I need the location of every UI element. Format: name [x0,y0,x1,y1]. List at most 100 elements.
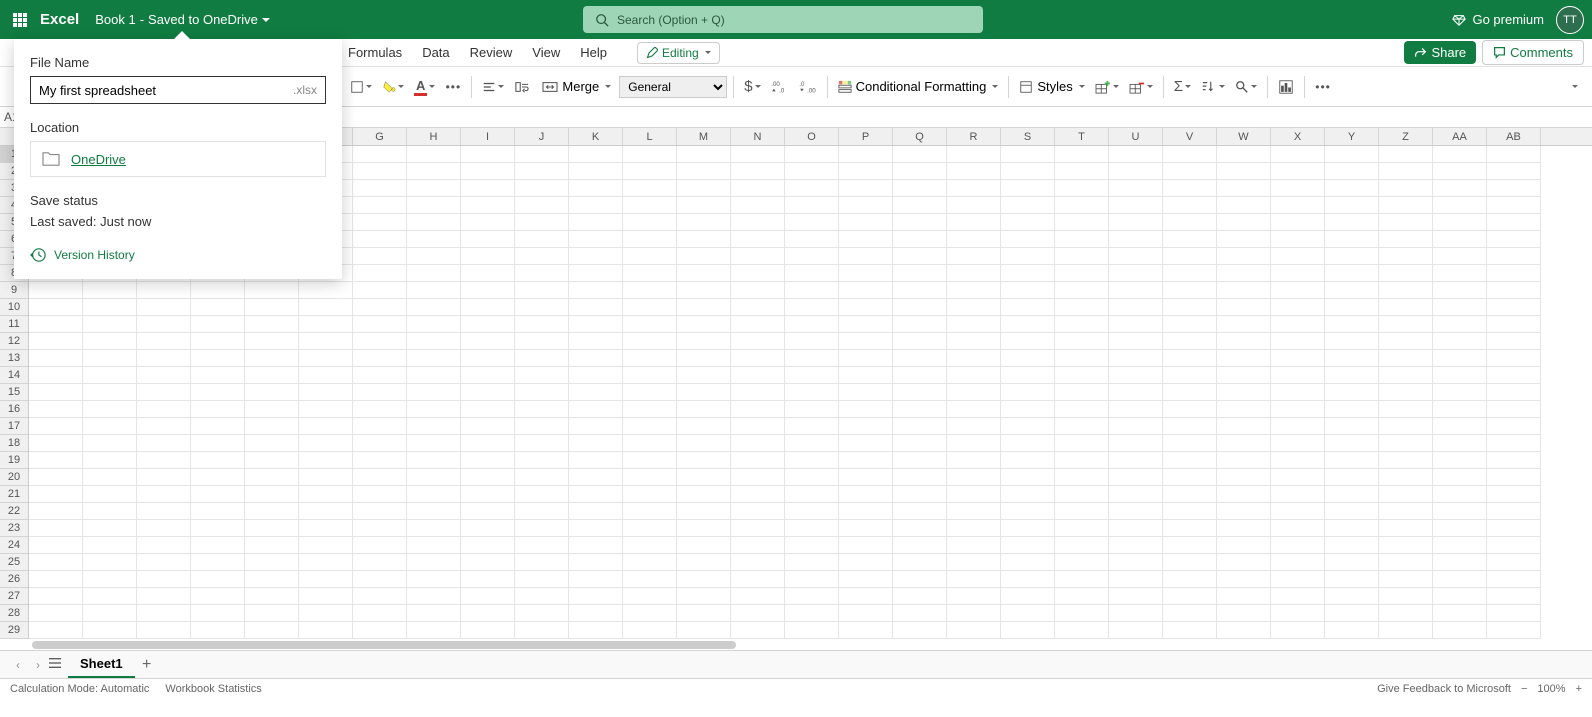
cell[interactable] [461,231,515,248]
go-premium-button[interactable]: Go premium [1452,12,1544,27]
cell[interactable] [1055,401,1109,418]
cell[interactable] [839,503,893,520]
cell[interactable] [1001,503,1055,520]
cell[interactable] [893,435,947,452]
cell[interactable] [1325,333,1379,350]
cell[interactable] [1325,469,1379,486]
cell[interactable] [1001,418,1055,435]
ribbon-tab-data[interactable]: Data [412,39,459,66]
cell[interactable] [191,520,245,537]
cell[interactable] [1109,214,1163,231]
cell[interactable] [677,367,731,384]
cell[interactable] [1163,452,1217,469]
cell[interactable] [677,452,731,469]
cell[interactable] [1379,146,1433,163]
cell[interactable] [461,503,515,520]
row-header[interactable]: 13 [0,350,28,367]
cell[interactable] [1325,214,1379,231]
cell[interactable] [461,588,515,605]
cell[interactable] [1217,197,1271,214]
more-commands-button[interactable]: ••• [1311,73,1335,101]
cell[interactable] [1001,554,1055,571]
cell[interactable] [785,146,839,163]
cell[interactable] [1271,503,1325,520]
cell[interactable] [1487,571,1541,588]
cell[interactable] [623,588,677,605]
cell[interactable] [731,605,785,622]
cell[interactable] [407,248,461,265]
cell[interactable] [1109,418,1163,435]
cell[interactable] [1109,333,1163,350]
cell[interactable] [1433,146,1487,163]
cell[interactable] [893,622,947,639]
cell[interactable] [1487,418,1541,435]
cell[interactable] [785,214,839,231]
cell[interactable] [83,554,137,571]
cell[interactable] [191,605,245,622]
cell[interactable] [1487,248,1541,265]
column-header[interactable]: V [1163,128,1217,145]
cell[interactable] [1055,520,1109,537]
cell[interactable] [1379,248,1433,265]
cell[interactable] [893,537,947,554]
cell[interactable] [623,333,677,350]
cell[interactable] [461,469,515,486]
cell[interactable] [839,401,893,418]
cell[interactable] [1433,282,1487,299]
cell[interactable] [1055,452,1109,469]
cell[interactable] [407,486,461,503]
cell[interactable] [353,486,407,503]
cell[interactable] [461,435,515,452]
cell[interactable] [1217,316,1271,333]
cell[interactable] [461,299,515,316]
cell[interactable] [569,333,623,350]
column-header[interactable]: Z [1379,128,1433,145]
cell[interactable] [1433,299,1487,316]
cell[interactable] [785,503,839,520]
cell[interactable] [839,248,893,265]
cell[interactable] [1325,350,1379,367]
cell[interactable] [569,605,623,622]
cell[interactable] [1379,299,1433,316]
cell[interactable] [623,571,677,588]
cell[interactable] [515,214,569,231]
cell[interactable] [461,554,515,571]
cell[interactable] [1487,163,1541,180]
cell[interactable] [83,435,137,452]
cell[interactable] [137,503,191,520]
cell[interactable] [1325,571,1379,588]
cell[interactable] [1001,622,1055,639]
column-header[interactable]: R [947,128,1001,145]
cell[interactable] [461,350,515,367]
cell[interactable] [245,435,299,452]
cell[interactable] [731,248,785,265]
cell[interactable] [515,350,569,367]
cell[interactable] [1217,435,1271,452]
cell[interactable] [1271,163,1325,180]
cell[interactable] [461,265,515,282]
filename-input[interactable] [39,83,293,98]
cell[interactable] [1001,452,1055,469]
cell[interactable] [1001,384,1055,401]
cell[interactable] [353,265,407,282]
column-header[interactable]: S [1001,128,1055,145]
cell[interactable] [731,622,785,639]
cell[interactable] [839,469,893,486]
location-selector[interactable]: OneDrive [30,141,326,177]
cell[interactable] [461,282,515,299]
cell[interactable] [785,316,839,333]
cell[interactable] [947,503,1001,520]
comments-button[interactable]: Comments [1482,40,1584,65]
column-header[interactable]: P [839,128,893,145]
cell[interactable] [1271,214,1325,231]
cell[interactable] [353,520,407,537]
cell[interactable] [191,622,245,639]
cell[interactable] [1379,588,1433,605]
cell[interactable] [1001,163,1055,180]
cell[interactable] [1109,197,1163,214]
cell[interactable] [83,282,137,299]
cell[interactable] [245,401,299,418]
cell[interactable] [677,316,731,333]
column-header[interactable]: W [1217,128,1271,145]
cell[interactable] [947,537,1001,554]
